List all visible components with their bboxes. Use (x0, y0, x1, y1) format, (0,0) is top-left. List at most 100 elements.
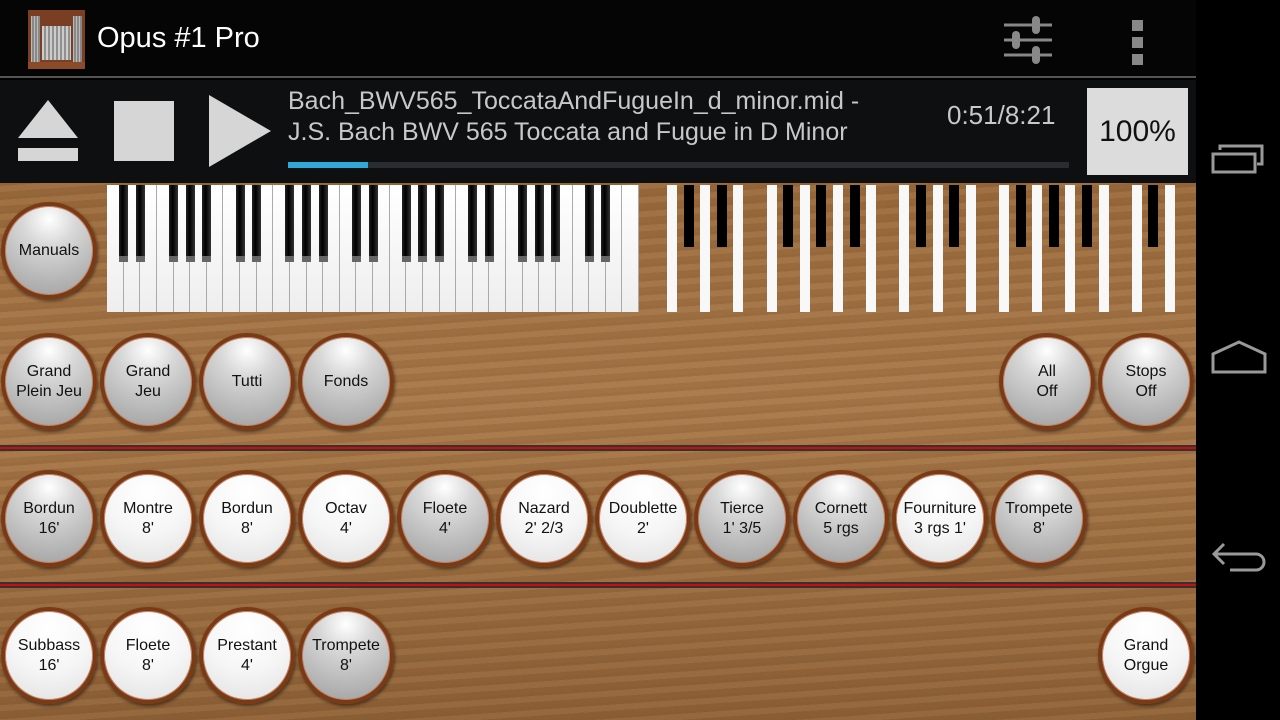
stop-button[interactable]: Grand Orgue (1098, 607, 1194, 704)
stop-button[interactable]: Manuals (1, 202, 97, 299)
stop-button[interactable]: Tierce 1' 3/5 (694, 470, 790, 567)
pedal-black-key[interactable] (849, 185, 860, 247)
stop-label: Trompete (312, 636, 380, 654)
stop-label: Prestant (217, 636, 277, 654)
black-key[interactable] (518, 185, 528, 262)
pedal-white-key[interactable] (700, 185, 711, 312)
black-key[interactable] (368, 185, 378, 262)
black-key[interactable] (185, 185, 195, 262)
pedal-white-key[interactable] (999, 185, 1009, 312)
pedal-white-key[interactable] (799, 185, 810, 312)
pedal-white-key[interactable] (1065, 185, 1076, 312)
pedal-black-key[interactable] (916, 185, 926, 247)
white-key[interactable] (622, 185, 639, 312)
back-icon[interactable] (1210, 536, 1268, 576)
pedal-black-key[interactable] (1015, 185, 1026, 247)
stop-label: Subbass (17, 636, 81, 654)
black-key[interactable] (252, 185, 262, 262)
stop-button[interactable]: Fourniture 3 rgs 1' (892, 470, 988, 567)
pedal-white-key[interactable] (1165, 185, 1175, 312)
organ-app: Opus #1 Pro Bach_BWV565_ToccataAndFugueI… (0, 0, 1196, 720)
black-key[interactable] (119, 185, 129, 262)
stop-button[interactable]: Subbass 16' (1, 607, 97, 704)
stop-label: Grand (26, 362, 72, 380)
stop-button[interactable]: Montre 8' (100, 470, 196, 567)
progress-bar[interactable] (288, 162, 1069, 168)
mixer-sliders-icon[interactable] (1002, 14, 1054, 66)
black-key[interactable] (601, 185, 611, 262)
stop-button[interactable]: Prestant 4' (199, 607, 295, 704)
stop-sublabel: 8' (142, 656, 154, 674)
pedal-black-key[interactable] (1048, 185, 1059, 247)
stop-sublabel: Plein Jeu (16, 382, 82, 400)
stop-button[interactable]: Floete 4' (397, 470, 493, 567)
black-key[interactable] (534, 185, 544, 262)
black-key[interactable] (401, 185, 411, 262)
pedal-white-key[interactable] (965, 185, 976, 312)
pedal-white-key[interactable] (1131, 185, 1142, 312)
stop-label: Stops (1125, 362, 1167, 380)
black-key[interactable] (285, 185, 295, 262)
pedal-white-key[interactable] (1098, 185, 1109, 312)
stop-button[interactable]: Cornett 5 rgs (793, 470, 889, 567)
manual-keyboard[interactable] (107, 185, 639, 312)
pedal-black-key[interactable] (816, 185, 827, 247)
black-key[interactable] (418, 185, 428, 262)
black-key[interactable] (551, 185, 561, 262)
play-button[interactable] (209, 95, 271, 167)
stop-button[interactable]: Grand Jeu (100, 333, 196, 430)
pedal-black-key[interactable] (683, 185, 694, 247)
stop-button[interactable]: Trompete 8' (298, 607, 394, 704)
pedal-white-key[interactable] (932, 185, 943, 312)
stop-button[interactable]: Doublette 2' (595, 470, 691, 567)
tempo-button[interactable]: 100% (1087, 88, 1188, 175)
divider-line (0, 445, 1196, 451)
pedal-white-key[interactable] (833, 185, 843, 312)
black-key[interactable] (435, 185, 444, 262)
home-icon[interactable] (1210, 338, 1268, 378)
stop-button[interactable]: Bordun 8' (199, 470, 295, 567)
pedal-white-key[interactable] (899, 185, 910, 312)
pedal-white-key[interactable] (766, 185, 777, 312)
stop-button[interactable] (114, 101, 174, 161)
stop-button[interactable]: Octav 4' (298, 470, 394, 567)
stop-button[interactable]: Tutti (199, 333, 295, 430)
stop-label: Tutti (231, 372, 263, 390)
stop-button[interactable]: Stops Off (1098, 333, 1194, 430)
stop-button[interactable]: Nazard 2' 2/3 (496, 470, 592, 567)
stop-sublabel: 4' (340, 519, 352, 537)
black-key[interactable] (484, 185, 494, 262)
stop-button[interactable]: Bordun 16' (1, 470, 97, 567)
action-bar: Opus #1 Pro (0, 0, 1196, 78)
black-key[interactable] (318, 185, 328, 262)
song-title: Bach_BWV565_ToccataAndFugueIn_d_minor.mi… (288, 86, 859, 148)
pedal-white-key[interactable] (733, 185, 744, 312)
pedal-white-key[interactable] (866, 185, 877, 312)
stop-button[interactable]: Fonds (298, 333, 394, 430)
black-key[interactable] (202, 185, 212, 262)
pedal-black-key[interactable] (783, 185, 794, 247)
pedal-black-key[interactable] (1082, 185, 1092, 247)
stop-sublabel: Off (1036, 382, 1058, 400)
black-key[interactable] (584, 185, 594, 262)
black-key[interactable] (302, 185, 311, 262)
recent-apps-icon[interactable] (1210, 140, 1268, 180)
black-key[interactable] (468, 185, 478, 262)
black-key[interactable] (351, 185, 361, 262)
stop-button[interactable]: Grand Plein Jeu (1, 333, 97, 430)
pedal-white-key[interactable] (667, 185, 677, 312)
black-key[interactable] (169, 185, 178, 262)
stop-button[interactable]: Floete 8' (100, 607, 196, 704)
stop-label: Grand (1123, 636, 1169, 654)
stop-button[interactable]: All Off (999, 333, 1095, 430)
pedal-black-key[interactable] (1148, 185, 1159, 247)
pedal-black-key[interactable] (716, 185, 727, 247)
stop-label: Manuals (18, 241, 80, 259)
eject-button[interactable] (18, 100, 78, 162)
black-key[interactable] (135, 185, 145, 262)
stop-button[interactable]: Trompete 8' (991, 470, 1087, 567)
pedal-black-key[interactable] (949, 185, 960, 247)
overflow-menu-icon[interactable] (1132, 20, 1146, 65)
pedal-white-key[interactable] (1032, 185, 1043, 312)
black-key[interactable] (235, 185, 245, 262)
